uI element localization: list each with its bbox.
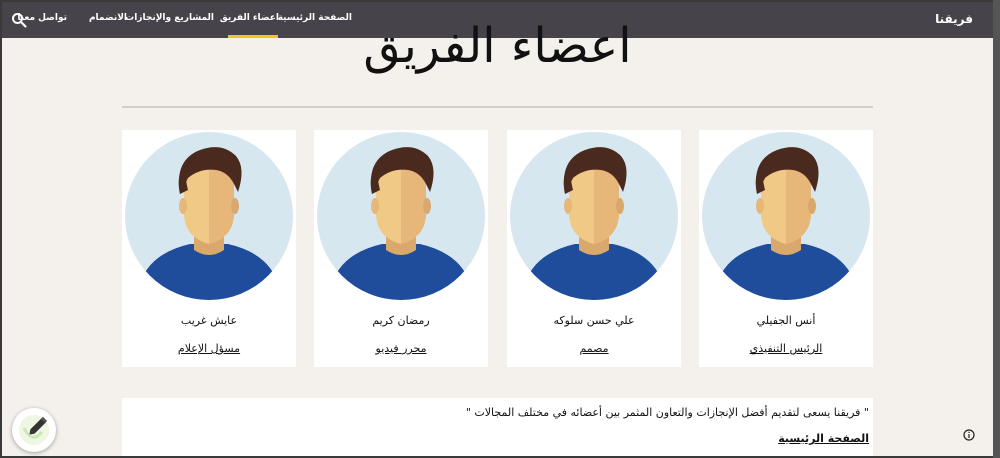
member-name: أنس الجفيلي <box>756 314 816 327</box>
page-title: اعضاء الفريق <box>363 18 632 74</box>
member-card: عايش غريب مسؤل الإعلام <box>122 130 296 367</box>
avatar-icon <box>125 132 293 300</box>
quote-section: " فريقنا يسعى لتقديم أفضل الإنجازات والت… <box>122 398 873 456</box>
avatar-icon <box>702 132 870 300</box>
member-role-link[interactable]: مصمم <box>507 342 681 355</box>
member-role-link[interactable]: الرئيس التنفيذي <box>699 342 873 355</box>
edit-button[interactable] <box>12 408 56 452</box>
member-name: علي حسن سلوكه <box>553 314 635 327</box>
member-card: علي حسن سلوكه مصمم <box>507 130 681 367</box>
member-name: رمضان كريم <box>372 314 430 327</box>
team-quote: " فريقنا يسعى لتقديم أفضل الإنجازات والت… <box>465 406 869 419</box>
info-icon[interactable] <box>963 429 975 441</box>
pencil-icon <box>19 415 49 445</box>
avatar-icon <box>317 132 485 300</box>
avatar-icon <box>510 132 678 300</box>
home-link[interactable]: الصفحة الرئيسية <box>778 432 869 445</box>
member-role-link[interactable]: محرر فيديو <box>314 342 488 355</box>
divider <box>122 106 873 108</box>
window-edge <box>993 0 1000 458</box>
member-role-link[interactable]: مسؤل الإعلام <box>122 342 296 355</box>
member-card: رمضان كريم محرر فيديو <box>314 130 488 367</box>
page: فريقنا الصفحة الرئيسية اعضاء الفريق المش… <box>2 2 993 456</box>
member-card: أنس الجفيلي الرئيس التنفيذي <box>699 130 873 367</box>
member-name: عايش غريب <box>180 314 238 327</box>
